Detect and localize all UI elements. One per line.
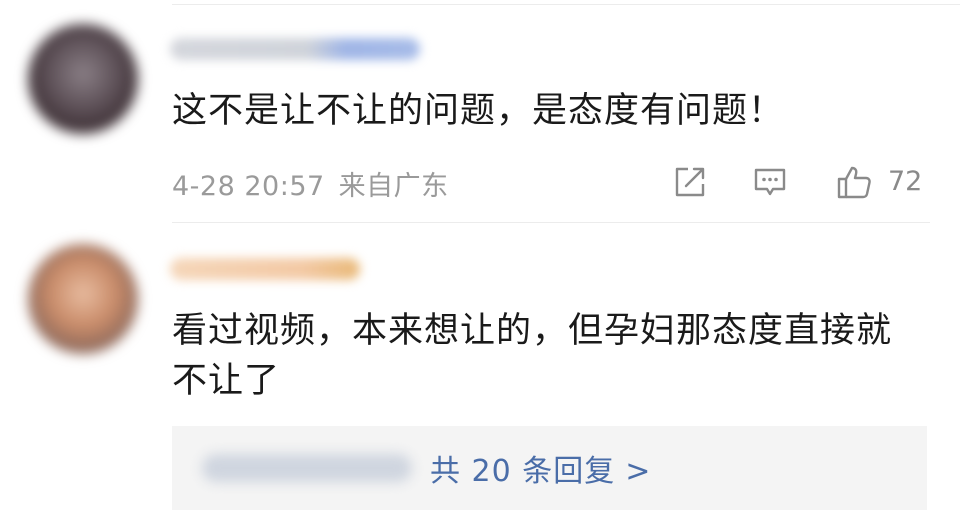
username-blurred[interactable] [170,258,360,280]
comment-text: 这不是让不让的问题，是态度有问题！ [172,91,785,131]
reply-preview-blurred [202,454,412,482]
thumbs-up-icon[interactable] [836,164,872,200]
avatar[interactable] [28,244,138,354]
divider [172,222,930,223]
like-count: 72 [888,166,923,197]
comment-location: 来自广东 [338,171,449,202]
avatar[interactable] [28,24,138,134]
view-replies-link[interactable]: 共 20 条回复 > [430,446,651,490]
username-blurred[interactable] [170,38,420,60]
comment-icon[interactable] [752,164,788,200]
chevron-right-icon: > [625,454,652,489]
divider [172,4,960,5]
comment-text: 看过视频，本来想让的，但孕妇那态度直接就不让了 [172,311,893,401]
comment-date: 4-28 20:57 [172,171,325,202]
share-icon[interactable] [672,164,708,200]
replies-count-label: 共 20 条回复 [430,454,616,489]
replies-box[interactable]: 共 20 条回复 > [172,426,927,510]
comment-meta: 4-28 20:57 来自广东 [172,164,449,203]
comment-feed: 这不是让不让的问题，是态度有问题！ 4-28 20:57 来自广东 72 看过视频… [0,0,960,523]
